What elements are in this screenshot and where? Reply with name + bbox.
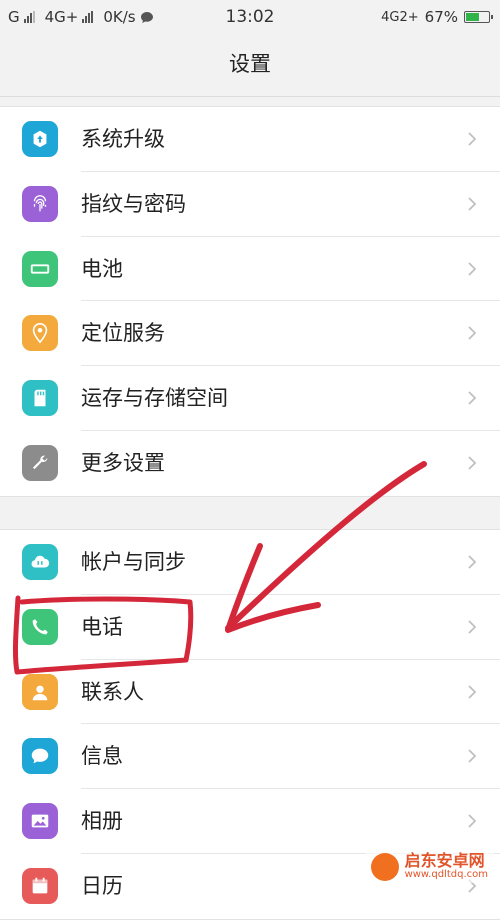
settings-item-system-update[interactable]: 系统升级 xyxy=(0,107,500,172)
settings-item-account-sync[interactable]: 帐户与同步 xyxy=(0,530,500,595)
settings-item-label: 更多设置 xyxy=(81,450,165,475)
settings-item-location[interactable]: 定位服务 xyxy=(0,301,500,367)
chevron-right-icon xyxy=(468,555,477,569)
settings-item-label: 信息 xyxy=(81,744,123,769)
message-icon xyxy=(22,738,58,775)
settings-item-label: 联系人 xyxy=(81,679,144,704)
settings-item-label: 相册 xyxy=(81,809,123,834)
wrench-icon xyxy=(22,444,58,481)
chevron-right-icon xyxy=(468,456,477,470)
chevron-right-icon xyxy=(468,620,477,634)
settings-item-battery[interactable]: 电池 xyxy=(0,237,500,302)
battery-icon xyxy=(464,11,493,23)
sd-card-icon xyxy=(22,380,58,417)
page-title: 设置 xyxy=(229,52,271,76)
settings-item-label: 运存与存储空间 xyxy=(81,386,228,411)
settings-item-label: 日历 xyxy=(81,873,123,898)
settings-item-label: 系统升级 xyxy=(81,127,165,151)
settings-item-label: 电话 xyxy=(81,614,123,639)
system-update-icon xyxy=(22,121,58,157)
chevron-right-icon xyxy=(468,261,477,276)
chevron-right-icon xyxy=(468,132,477,146)
settings-group-1: 系统升级 指纹与密码 电池 定位服务 运存与存储空间 更多设置 xyxy=(0,106,500,497)
settings-item-label: 电池 xyxy=(81,256,123,281)
settings-item-storage[interactable]: 运存与存储空间 xyxy=(0,366,500,431)
settings-item-messages[interactable]: 信息 xyxy=(0,724,500,790)
chevron-right-icon xyxy=(468,391,477,405)
watermark: 启东安卓网 www.qdltdq.com xyxy=(364,851,494,883)
watermark-url: www.qdltdq.com xyxy=(404,869,488,881)
contacts-icon xyxy=(22,673,58,710)
settings-item-contacts[interactable]: 联系人 xyxy=(0,660,500,725)
settings-item-more-settings[interactable]: 更多设置 xyxy=(0,431,500,496)
chevron-right-icon xyxy=(468,814,477,828)
settings-item-album[interactable]: 相册 xyxy=(0,789,500,854)
location-pin-icon xyxy=(22,315,58,352)
chevron-right-icon xyxy=(468,326,477,341)
settings-item-label: 指纹与密码 xyxy=(81,191,186,216)
chevron-right-icon xyxy=(468,684,477,699)
fingerprint-icon xyxy=(22,185,58,222)
cloud-sync-icon xyxy=(22,544,58,580)
battery-icon xyxy=(22,250,58,287)
album-icon xyxy=(22,803,58,840)
chevron-right-icon xyxy=(468,749,477,764)
network-type: 4G2+ xyxy=(381,9,419,25)
calendar-icon xyxy=(22,867,58,904)
battery-percent: 67% xyxy=(424,8,458,26)
watermark-logo-icon xyxy=(370,853,399,881)
settings-item-fingerprint-password[interactable]: 指纹与密码 xyxy=(0,172,500,237)
watermark-title: 启东安卓网 xyxy=(404,851,485,871)
header: 设置 xyxy=(0,34,500,97)
settings-item-phone[interactable]: 电话 xyxy=(0,595,500,660)
settings-item-label: 定位服务 xyxy=(81,321,165,346)
chevron-right-icon xyxy=(468,197,477,211)
status-bar: G 4G+ 0K/s 13:02 4G2+ 67% xyxy=(0,0,500,34)
settings-item-label: 帐户与同步 xyxy=(81,550,186,574)
phone-icon xyxy=(22,608,58,645)
